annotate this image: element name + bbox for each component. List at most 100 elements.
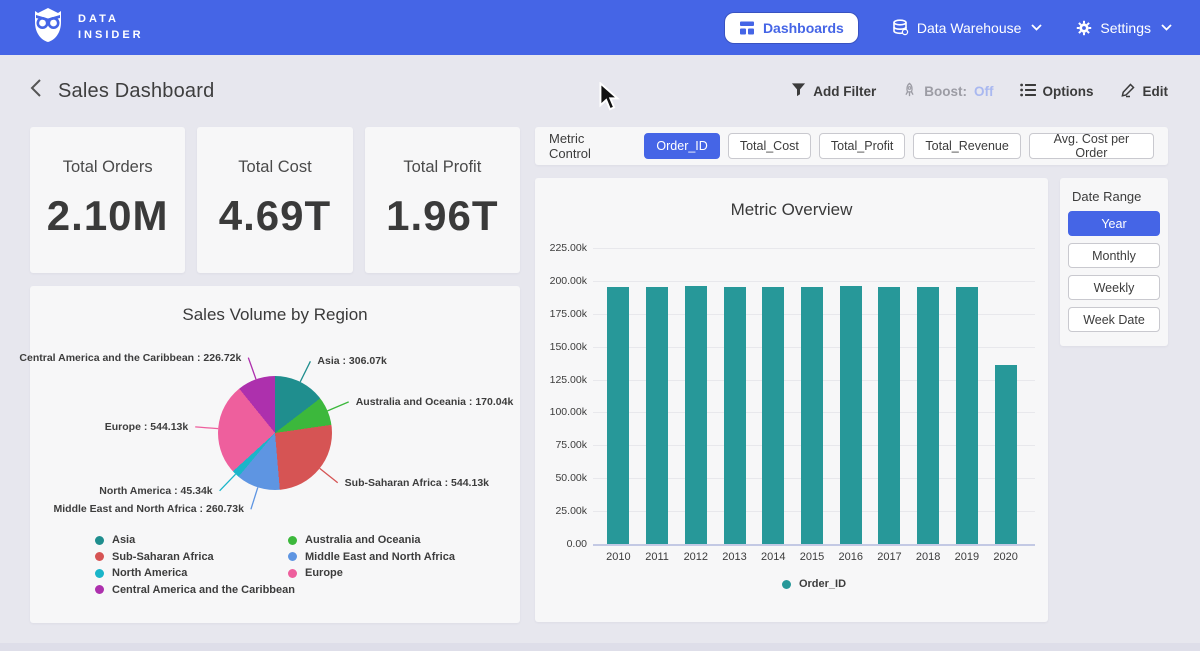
back-button[interactable] [30, 78, 42, 105]
bar-2010[interactable] [607, 287, 629, 544]
legend-dot [95, 536, 104, 545]
date-range-label: Date Range [1072, 189, 1160, 204]
pie-chart-card: Sales Volume by Region Asia : 306.07k Aus… [30, 286, 520, 623]
kpi-value: 2.10M [30, 192, 185, 240]
date-range-button-year[interactable]: Year [1068, 211, 1160, 236]
pie-legend-item[interactable]: Central America and the Caribbean [95, 582, 295, 599]
legend-label: Europe [305, 567, 343, 579]
legend-label: Australia and Oceania [305, 534, 421, 546]
gridline [593, 544, 1035, 546]
metric-button-total_revenue[interactable]: Total_Revenue [913, 133, 1020, 159]
pie-label-europe: Europe : 544.13k [105, 421, 188, 433]
metric-control-card: Metric Control Order_IDTotal_CostTotal_P… [535, 127, 1168, 165]
date-range-button-monthly[interactable]: Monthly [1068, 243, 1160, 268]
y-axis-tick: 150.00k [537, 341, 587, 353]
brand[interactable]: DATA INSIDER [28, 5, 144, 50]
pie-leader-line [220, 474, 236, 491]
legend-label: Middle East and North Africa [305, 551, 455, 563]
pencil-icon [1120, 82, 1136, 101]
pie-leader-line [300, 361, 310, 382]
metric-button-total_profit[interactable]: Total_Profit [819, 133, 906, 159]
owl-logo-icon [28, 5, 68, 50]
pie-legend-item[interactable]: Europe [288, 565, 455, 582]
pie-legend-item[interactable]: Asia [95, 532, 295, 549]
nav-item-label: Settings [1100, 20, 1151, 36]
bar-2011[interactable] [646, 287, 668, 544]
chevron-down-icon [1031, 24, 1042, 31]
chevron-down-icon [1161, 24, 1172, 31]
brand-line2: INSIDER [78, 28, 144, 44]
gridline [593, 248, 1035, 249]
bar-2014[interactable] [762, 287, 784, 544]
pie-leader-line [328, 402, 349, 411]
date-range-button-weekly[interactable]: Weekly [1068, 275, 1160, 300]
nav-item-settings[interactable]: Settings [1076, 20, 1172, 36]
bar-2012[interactable] [685, 286, 707, 544]
action-label: Options [1043, 84, 1094, 99]
add-filter-button[interactable]: Add Filter [791, 82, 876, 100]
footer-strip [0, 643, 1200, 651]
y-axis-tick: 225.00k [537, 242, 587, 254]
bar-2016[interactable] [840, 286, 862, 544]
nav-item-data-warehouse[interactable]: Data Warehouse [892, 19, 1043, 36]
bar-2017[interactable] [878, 287, 900, 544]
kpi-card-total-cost: Total Cost4.69T [197, 127, 352, 273]
metric-button-avg-cost-per-order[interactable]: Avg. Cost per Order [1029, 133, 1154, 159]
kpi-value: 1.96T [365, 192, 520, 240]
pie-legend-item[interactable]: Australia and Oceania [288, 532, 455, 549]
pie-leader-line [320, 468, 338, 482]
nav-item-dashboards[interactable]: Dashboards [725, 13, 858, 43]
x-axis-tick: 2015 [792, 551, 832, 563]
legend-dot [95, 585, 104, 594]
legend-dot [782, 580, 791, 589]
y-axis-tick: 50.00k [537, 472, 587, 484]
kpi-row: Total Orders2.10MTotal Cost4.69TTotal Pr… [30, 127, 520, 273]
legend-dot [288, 569, 297, 578]
kpi-value: 4.69T [197, 192, 352, 240]
brand-text: DATA INSIDER [78, 12, 144, 44]
filter-icon [791, 82, 806, 100]
y-axis-tick: 175.00k [537, 308, 587, 320]
bar-2018[interactable] [917, 287, 939, 544]
action-label: Add Filter [813, 84, 876, 99]
bar-2020[interactable] [995, 365, 1017, 544]
bar-chart-title: Metric Overview [535, 178, 1048, 220]
metric-button-order_id[interactable]: Order_ID [644, 133, 719, 159]
bar-2019[interactable] [956, 287, 978, 544]
x-axis-tick: 2017 [869, 551, 909, 563]
x-axis-tick: 2011 [637, 551, 677, 563]
x-axis-tick: 2019 [947, 551, 987, 563]
boost-button[interactable]: Boost:Off [902, 82, 993, 101]
x-axis-tick: 2012 [676, 551, 716, 563]
pie-leader-line [195, 427, 218, 429]
dashboard-content: Total Orders2.10MTotal Cost4.69TTotal Pr… [0, 127, 1200, 623]
rocket-icon [902, 82, 917, 101]
y-axis-tick: 0.00 [537, 538, 587, 550]
y-axis-tick: 200.00k [537, 275, 587, 287]
brand-line1: DATA [78, 12, 144, 28]
bar-chart-legend[interactable]: Order_ID [593, 578, 1035, 590]
pie-leader-line [248, 358, 256, 380]
header-actions: Add Filter Boost:Off Options Edit [791, 82, 1168, 101]
metric-button-total_cost[interactable]: Total_Cost [728, 133, 811, 159]
pie-label-asia: Asia : 306.07k [317, 355, 386, 367]
kpi-card-total-profit: Total Profit1.96T [365, 127, 520, 273]
nav-menu: Dashboards Data Warehouse Settings [725, 13, 1172, 43]
list-icon [1020, 83, 1036, 100]
page-header: Sales Dashboard Add FilterBoost:OffOptio… [0, 55, 1200, 127]
bar-2013[interactable] [724, 287, 746, 544]
pie-legend-item[interactable]: Sub-Saharan Africa [95, 549, 295, 566]
date-range-button-week-date[interactable]: Week Date [1068, 307, 1160, 332]
edit-button[interactable]: Edit [1120, 82, 1169, 101]
options-button[interactable]: Options [1020, 83, 1094, 100]
legend-dot [288, 536, 297, 545]
pie-legend-item[interactable]: North America [95, 565, 295, 582]
bar-chart-card: Metric Overview 225.00k 200.00k 175.00k 150… [535, 178, 1048, 622]
pie-chart[interactable] [218, 376, 332, 490]
pie-legend-item[interactable]: Middle East and North Africa [288, 549, 455, 566]
pie-chart-title: Sales Volume by Region [30, 286, 520, 325]
legend-label: Asia [112, 534, 135, 546]
legend-dot [95, 552, 104, 561]
x-axis-tick: 2013 [715, 551, 755, 563]
bar-2015[interactable] [801, 287, 823, 544]
